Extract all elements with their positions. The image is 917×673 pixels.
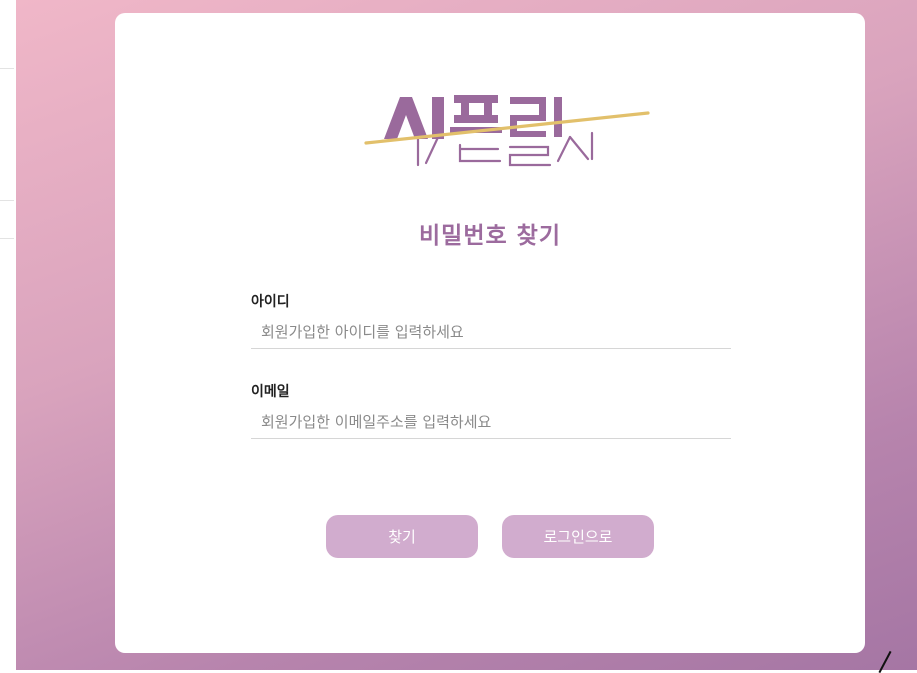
- id-label: 아이디: [251, 294, 290, 310]
- find-password-card: 비밀번호 찾기 아이디 이메일 찾기 로그인으로: [115, 13, 865, 653]
- page-title: 비밀번호 찾기: [419, 223, 561, 249]
- email-label: 이메일: [251, 384, 290, 400]
- id-input[interactable]: [251, 315, 731, 349]
- find-button[interactable]: 찾기: [326, 515, 478, 558]
- left-edge-strip: [0, 0, 16, 670]
- go-to-login-button[interactable]: 로그인으로: [502, 515, 654, 558]
- email-input[interactable]: [251, 405, 731, 439]
- brand-logo: [364, 95, 650, 167]
